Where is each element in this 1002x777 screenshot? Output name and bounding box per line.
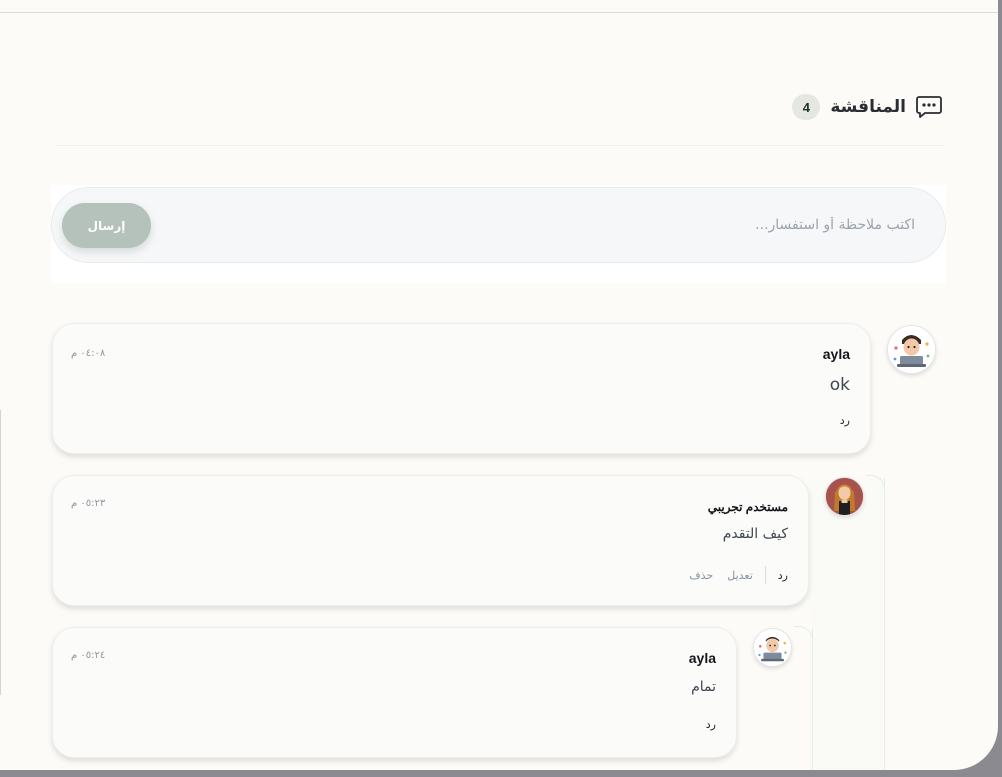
comment-time: ٠٥:٢٣ م [71, 498, 106, 509]
comment-text: كيف التقدم [722, 526, 788, 542]
reply-button[interactable]: رد [840, 414, 850, 427]
comment-composer: إرسال [51, 185, 946, 283]
comment-actions: رد [706, 718, 716, 731]
action-divider [764, 566, 766, 584]
delete-button[interactable]: حذف [689, 569, 713, 582]
reply-button[interactable]: رد [706, 718, 716, 731]
thread-line [884, 478, 885, 770]
comment-actions: رد [840, 414, 850, 427]
edit-button[interactable]: تعديل [727, 569, 753, 582]
avatar [887, 325, 936, 374]
discussion-header: المناقشة 4 [792, 92, 943, 122]
thread-indent-bg [810, 478, 885, 770]
comment-card: ayla ok ٠٤:٠٨ م رد [52, 323, 871, 454]
comment-text: تمام [691, 679, 716, 695]
header-divider [55, 145, 943, 146]
reply-button[interactable]: رد [778, 569, 788, 582]
comment-input[interactable] [313, 202, 917, 248]
comment-actions: رد تعديل حذف [689, 566, 788, 584]
page-frame: المناقشة 4 إرسال ayla o [0, 0, 998, 770]
comment-card: ayla تمام ٠٥:٢٤ م رد [52, 627, 737, 758]
thread-line [812, 628, 813, 770]
comment-author: ayla [822, 346, 850, 362]
comment-input-container: إرسال [51, 187, 946, 263]
comment-text: ok [829, 375, 850, 395]
comment-author: مستخدم تجريبي [707, 500, 788, 514]
avatar [753, 628, 792, 667]
comment-card: مستخدم تجريبي كيف التقدم ٠٥:٢٣ م رد تعدي… [52, 475, 809, 606]
comment-time: ٠٥:٢٤ م [71, 650, 106, 661]
top-divider [0, 12, 998, 13]
send-button[interactable]: إرسال [62, 203, 151, 248]
chat-bubble-icon [915, 95, 943, 119]
comment-author: ayla [688, 650, 716, 666]
left-edge-line [0, 410, 1, 695]
comment-count-badge: 4 [792, 94, 821, 120]
comment-time: ٠٤:٠٨ م [71, 348, 106, 359]
avatar [825, 477, 864, 516]
discussion-title: المناقشة [830, 97, 906, 117]
